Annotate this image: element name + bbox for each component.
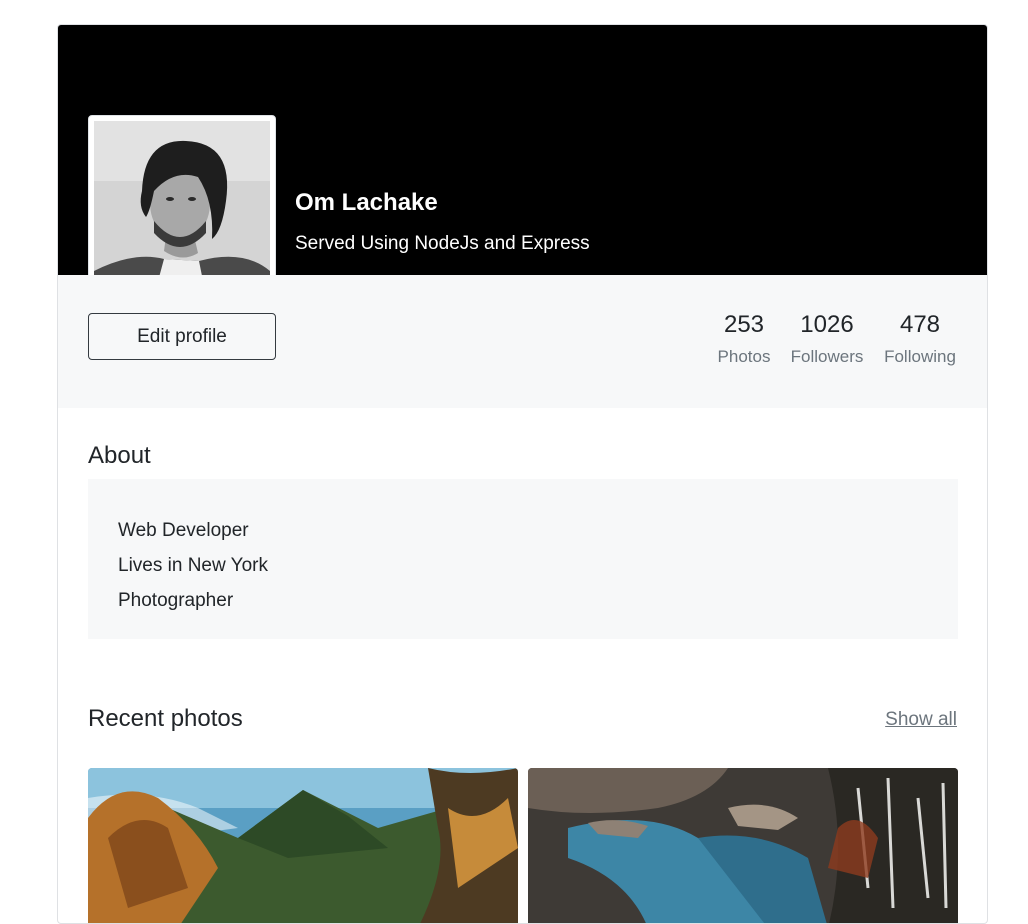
about-line: Lives in New York <box>118 555 268 576</box>
about-box: Web Developer Lives in New York Photogra… <box>88 479 958 639</box>
river-photo[interactable] <box>528 768 958 923</box>
show-all-link[interactable]: Show all <box>885 709 957 731</box>
stat-following-label: Following <box>884 347 956 366</box>
mountain-photo[interactable] <box>88 768 518 923</box>
profile-card: Om Lachake Served Using NodeJs and Expre… <box>57 24 988 924</box>
recent-photos-heading: Recent photos <box>88 705 243 732</box>
stat-followers: 1026 Followers <box>788 311 866 367</box>
stat-following: 478 Following <box>880 311 960 367</box>
stat-photos-label: Photos <box>717 347 771 366</box>
avatar <box>94 121 270 296</box>
avatar-frame <box>88 115 276 302</box>
edit-profile-button[interactable]: Edit profile <box>88 313 276 360</box>
stat-photos-value: 253 <box>723 311 765 338</box>
about-line: Web Developer <box>118 520 249 541</box>
cover-banner: Om Lachake Served Using NodeJs and Expre… <box>58 25 987 302</box>
about-line: Photographer <box>118 590 234 611</box>
stats-bar: Edit profile 253 Photos 1026 Followers 4… <box>58 275 987 408</box>
stat-following-value: 478 <box>899 311 941 338</box>
profile-tagline: Served Using NodeJs and Express <box>295 233 590 254</box>
stat-followers-label: Followers <box>790 347 864 366</box>
stat-followers-value: 1026 <box>800 311 854 338</box>
about-heading: About <box>88 442 151 469</box>
profile-name: Om Lachake <box>295 189 438 216</box>
stat-photos: 253 Photos <box>713 311 775 367</box>
